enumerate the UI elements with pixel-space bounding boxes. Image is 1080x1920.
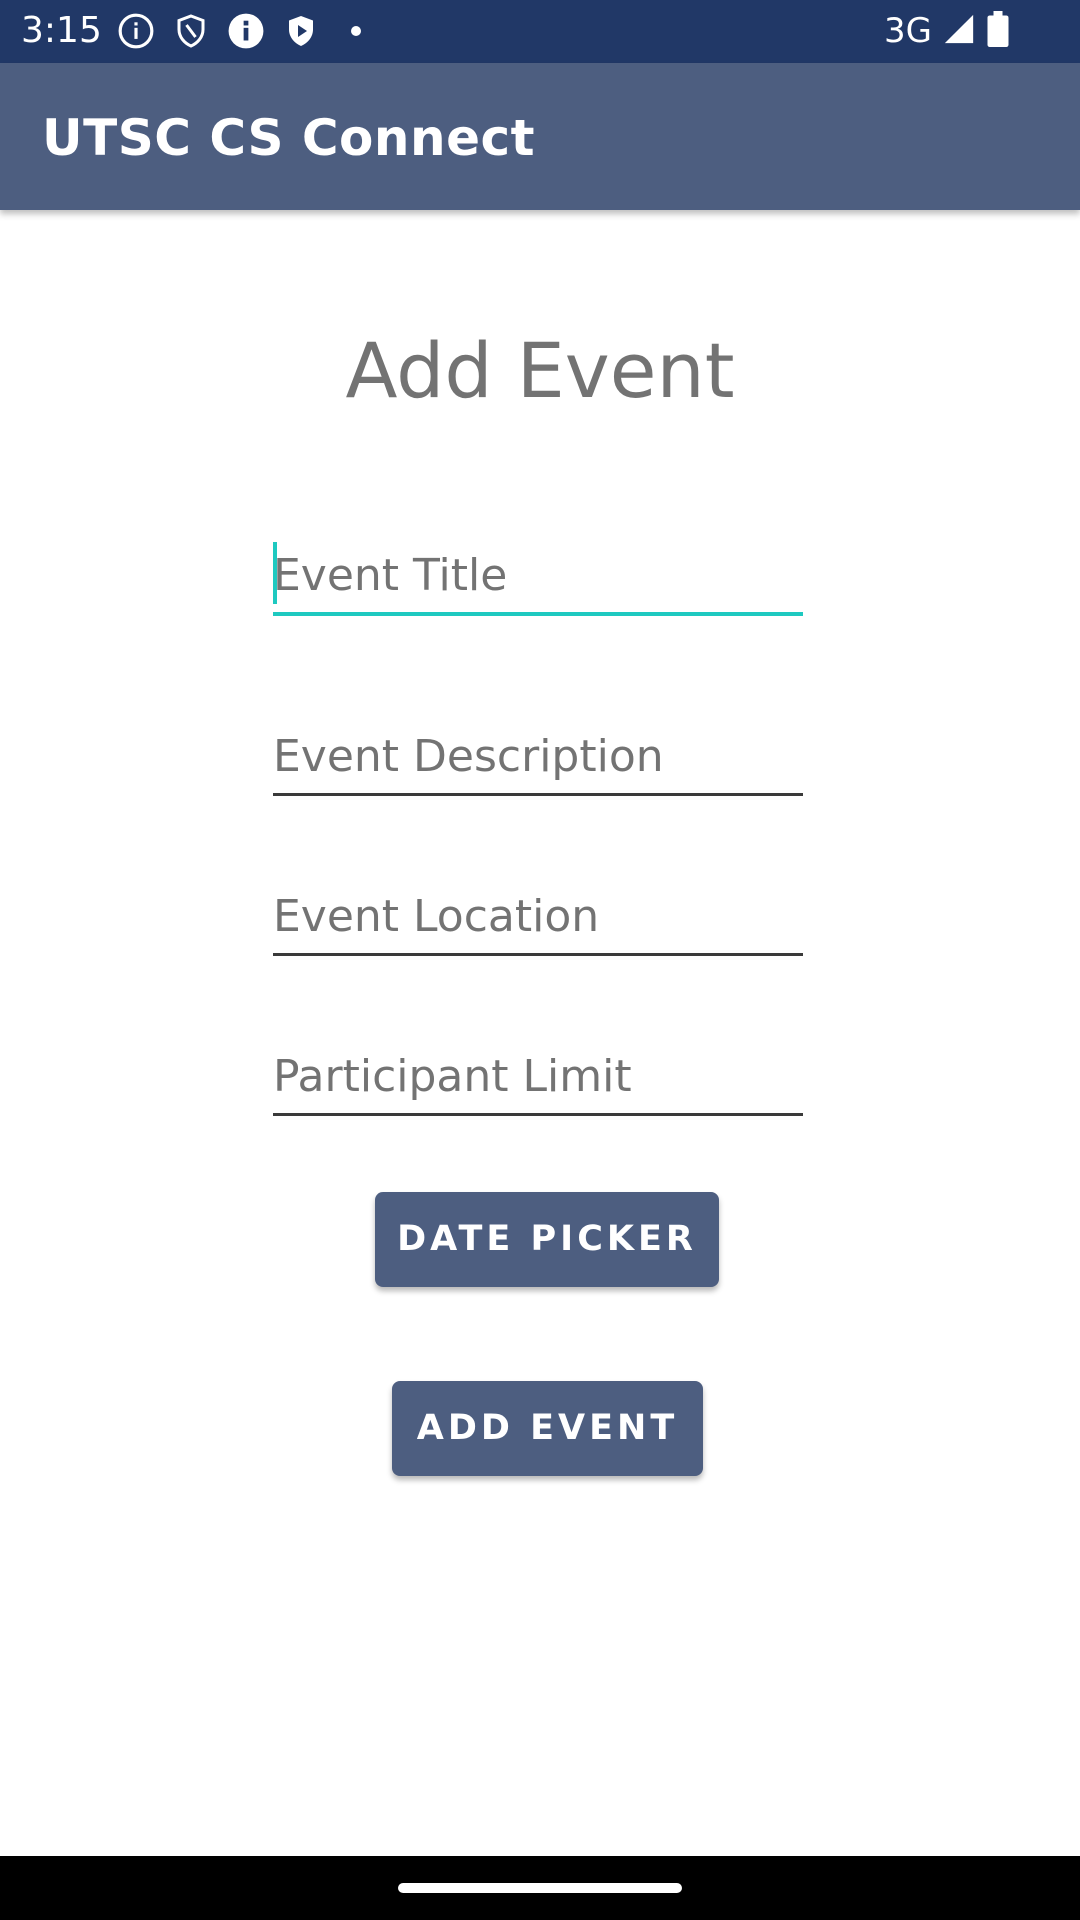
battery-icon [986,11,1010,51]
signal-icon [942,12,976,50]
event-description-placeholder: Event Description [273,731,664,782]
status-time: 3:15 [21,10,102,51]
app-title: UTSC CS Connect [42,109,536,167]
dot-icon [336,11,376,51]
screen: 3:15 3G UTSC CS Connect Add Event Event … [0,0,1080,1920]
participant-limit-placeholder: Participant Limit [273,1051,632,1102]
page-title: Add Event [345,326,735,415]
status-bar: 3:15 3G [0,0,1080,63]
navigation-bar [0,1856,1080,1920]
event-location-field[interactable]: Event Location [273,889,803,956]
info-filled-icon [226,11,266,51]
add-event-button[interactable]: ADD EVENT [392,1381,703,1476]
network-type: 3G [884,11,932,51]
event-location-placeholder: Event Location [273,891,600,942]
status-notification-icons [116,11,376,51]
participant-limit-field[interactable]: Participant Limit [273,1049,803,1116]
status-system-icons: 3G [884,9,1010,53]
event-title-field[interactable]: Event Title [273,542,803,616]
shield-icon [171,11,211,51]
home-gesture-handle[interactable] [398,1883,682,1893]
play-shield-icon [281,11,321,51]
info-icon [116,11,156,51]
event-title-placeholder: Event Title [273,550,508,601]
app-bar: UTSC CS Connect [0,63,1080,210]
event-description-field[interactable]: Event Description [273,729,803,796]
date-picker-button[interactable]: DATE PICKER [375,1192,719,1287]
